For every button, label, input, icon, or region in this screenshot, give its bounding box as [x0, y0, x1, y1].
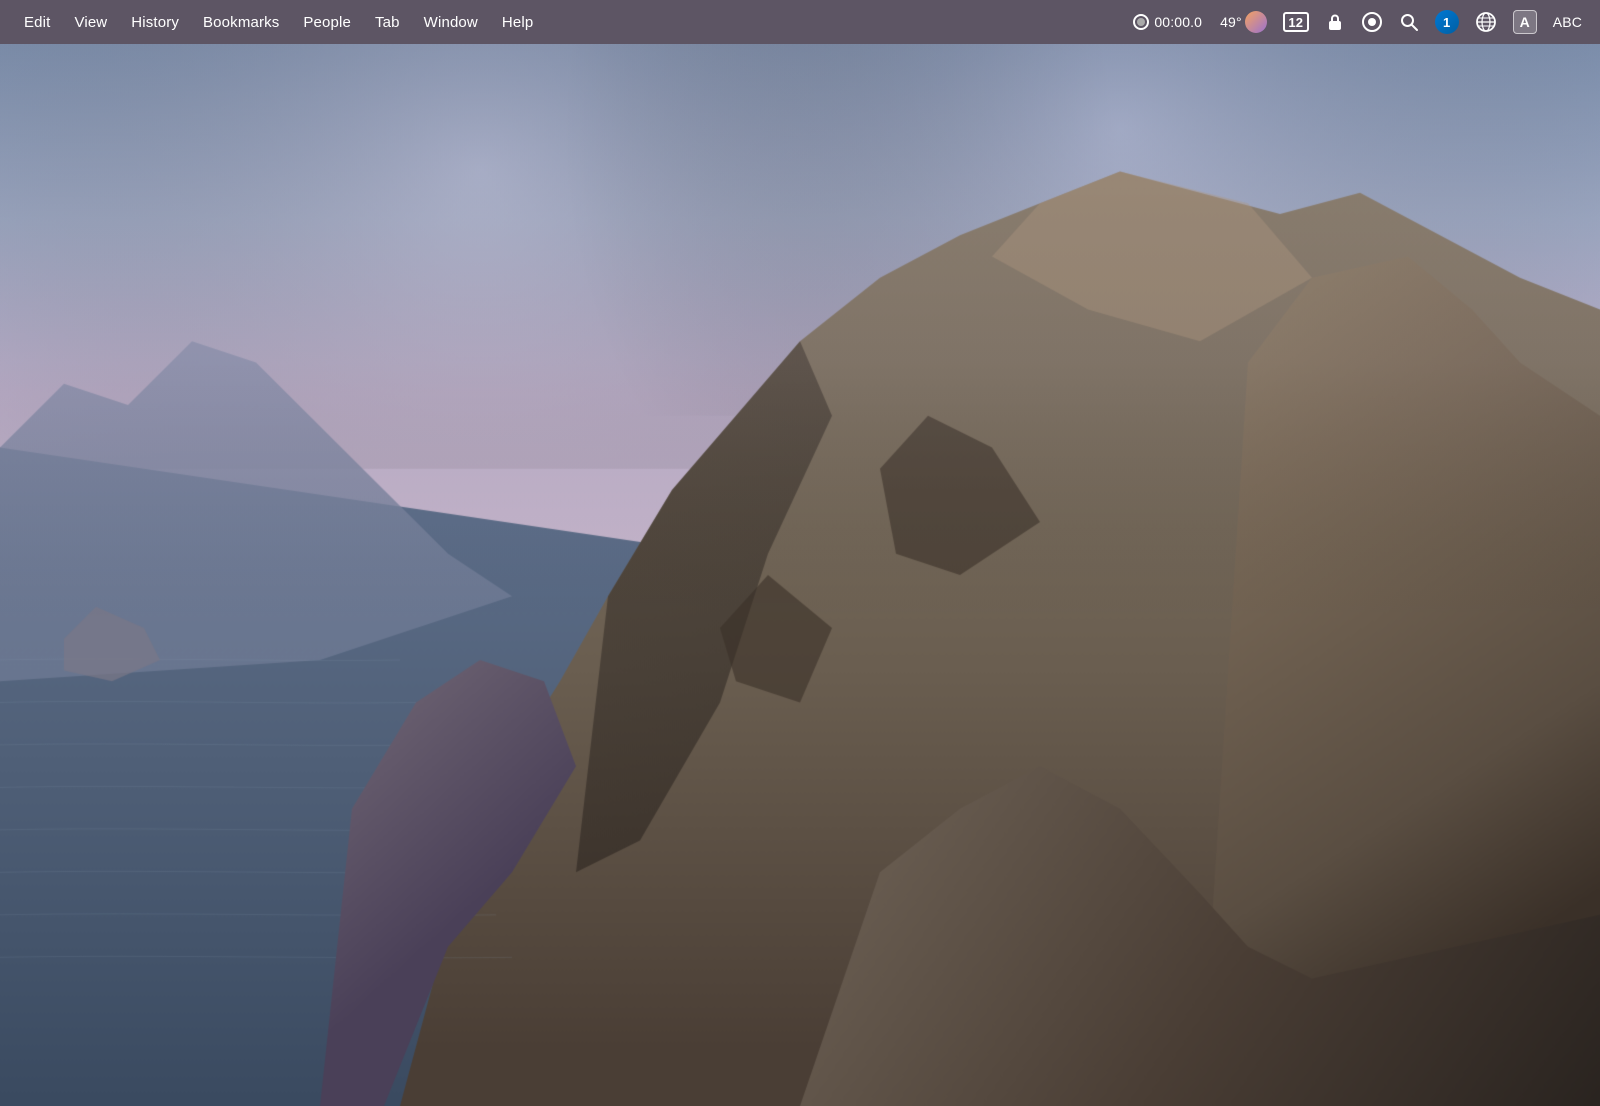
1password-status[interactable]: 1: [1429, 8, 1465, 36]
landscape-canvas: [0, 44, 1600, 1106]
background: [0, 44, 1600, 1106]
screencapture-icon: [1361, 11, 1383, 33]
menu-window[interactable]: Window: [412, 10, 490, 35]
weather-icon: [1245, 11, 1267, 33]
search-icon: [1399, 12, 1419, 32]
textinput-status[interactable]: A: [1507, 8, 1543, 36]
temperature-label: 49°: [1220, 14, 1242, 30]
abc-label: ABC: [1553, 14, 1582, 30]
screen-number-icon: 12: [1283, 12, 1309, 32]
record-indicator[interactable]: 00:00.0: [1125, 12, 1210, 32]
menu-view[interactable]: View: [62, 10, 119, 35]
menu-items-left: Edit View History Bookmarks People Tab W…: [12, 10, 545, 35]
screen-number-status[interactable]: 12: [1277, 10, 1315, 34]
search-status[interactable]: [1393, 10, 1425, 34]
1password-icon: 1: [1435, 10, 1459, 34]
record-time: 00:00.0: [1154, 14, 1202, 30]
safari-status[interactable]: [1469, 9, 1503, 35]
weather-status[interactable]: 49°: [1214, 9, 1273, 35]
menubar: Edit View History Bookmarks People Tab W…: [0, 0, 1600, 44]
screenlock-status[interactable]: [1319, 10, 1351, 34]
menu-tab[interactable]: Tab: [363, 10, 412, 35]
menubar-right: 00:00.0 49° 12: [1125, 8, 1588, 36]
menu-edit[interactable]: Edit: [12, 10, 62, 35]
menu-history[interactable]: History: [119, 10, 191, 35]
screenlock-icon: [1325, 12, 1345, 32]
menu-help[interactable]: Help: [490, 10, 545, 35]
globe-icon: [1475, 11, 1497, 33]
record-dot: [1133, 14, 1149, 30]
textinput-icon: A: [1513, 10, 1537, 34]
menu-people[interactable]: People: [291, 10, 363, 35]
menu-bookmarks[interactable]: Bookmarks: [191, 10, 291, 35]
screencapture-status[interactable]: [1355, 9, 1389, 35]
abc-status[interactable]: ABC: [1547, 12, 1588, 32]
